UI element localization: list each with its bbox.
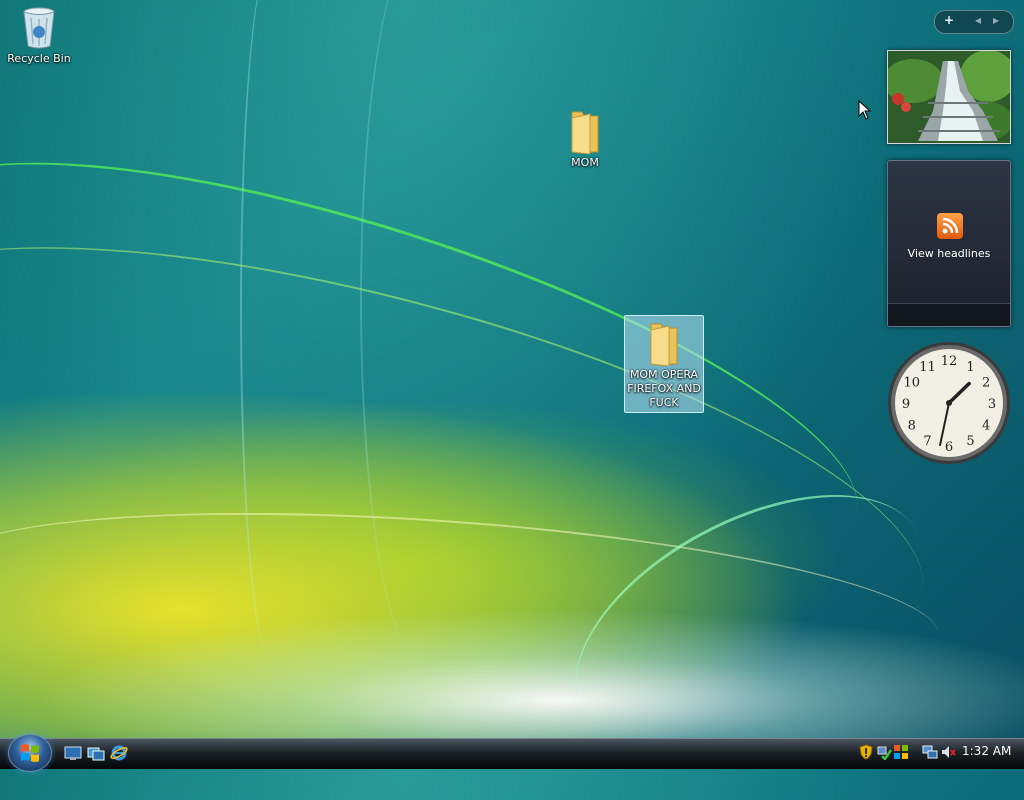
waterfall-photo-icon [888, 51, 1010, 143]
clock-numeral: 12 [941, 354, 958, 369]
feed-gadget-footer [888, 303, 1010, 326]
wallpaper-streak [0, 81, 897, 642]
previous-page-button[interactable]: ◂ [975, 13, 981, 27]
wallpaper-streak [0, 485, 945, 717]
wallpaper-streak [0, 162, 961, 740]
recycle-bin-icon [23, 7, 55, 49]
sidebar-controls: + ◂ ▸ [934, 10, 1014, 34]
start-button[interactable] [8, 734, 52, 772]
clock-numeral: 3 [988, 397, 996, 412]
mouse-cursor-icon [858, 100, 872, 120]
clock-numeral: 11 [919, 360, 936, 375]
feed-headlines-gadget[interactable]: View headlines [887, 160, 1011, 327]
switch-windows-icon[interactable] [87, 745, 105, 761]
clock-numeral: 8 [908, 419, 916, 434]
desktop-icon-mom-opera-folder[interactable]: MOM OPERA FIREFOX AND FUCK [624, 315, 704, 413]
taskbar-clock[interactable]: 1:32 AM [962, 744, 1011, 758]
desktop-icon-label: MOM OPERA FIREFOX AND FUCK [627, 368, 701, 409]
clock-numeral: 9 [902, 397, 910, 412]
desktop-icon-label: Recycle Bin [7, 52, 71, 65]
volume-muted-icon[interactable] [940, 744, 956, 760]
desktop-icon-mom-folder[interactable]: MOM [546, 104, 624, 170]
internet-explorer-icon[interactable] [110, 745, 128, 761]
wallpaper-streak [360, 0, 482, 660]
clock-numeral: 6 [945, 440, 953, 455]
clock-numeral: 7 [923, 434, 931, 449]
add-gadget-button[interactable]: + [944, 13, 954, 27]
view-headlines-link[interactable]: View headlines [888, 247, 1010, 260]
windows-orb-icon [21, 744, 39, 762]
clock-numeral: 10 [904, 376, 921, 391]
folder-icon [571, 111, 599, 154]
next-page-button[interactable]: ▸ [993, 13, 999, 27]
desktop-icon-recycle-bin[interactable]: Recycle Bin [0, 2, 78, 66]
clock-numeral: 2 [982, 376, 990, 391]
clock-numeral: 4 [982, 419, 990, 434]
network-connection-icon[interactable] [922, 744, 938, 760]
rss-icon [937, 213, 963, 239]
folder-icon [650, 323, 678, 366]
clock-gadget[interactable]: 12 1 2 3 4 5 6 7 8 9 10 11 [886, 340, 1012, 466]
show-desktop-icon[interactable] [64, 745, 82, 761]
clock-numeral: 1 [966, 360, 974, 375]
desktop-icon-label: MOM [571, 156, 599, 169]
wallpaper-streak [240, 0, 302, 660]
security-shield-icon[interactable] [858, 744, 874, 760]
network-icon[interactable] [876, 744, 892, 760]
windows-update-icon[interactable] [893, 744, 909, 760]
slideshow-gadget[interactable] [887, 50, 1011, 144]
clock-numeral: 5 [966, 434, 974, 449]
